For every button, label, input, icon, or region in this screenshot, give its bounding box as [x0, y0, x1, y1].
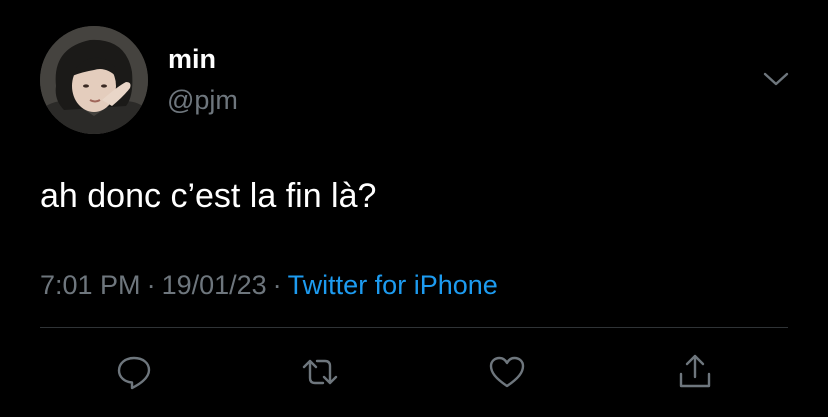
- avatar[interactable]: [40, 26, 148, 134]
- tweet-source-link[interactable]: Twitter for iPhone: [288, 270, 498, 300]
- tweet-date[interactable]: 19/01/23: [162, 270, 267, 300]
- reply-icon: [114, 352, 154, 392]
- share-button[interactable]: [675, 352, 715, 392]
- tweet-card: min @pjm ah donc c’est la fin là? 7:01 P…: [0, 0, 828, 417]
- chevron-down-icon: [760, 72, 792, 96]
- tweet-text: ah donc c’est la fin là?: [40, 177, 377, 215]
- tweet-time[interactable]: 7:01 PM: [40, 270, 141, 300]
- retweet-button[interactable]: [300, 352, 340, 392]
- display-name[interactable]: min: [168, 42, 216, 76]
- divider: [40, 327, 788, 328]
- reply-button[interactable]: [114, 352, 154, 392]
- like-button[interactable]: [487, 352, 527, 392]
- user-handle[interactable]: @pjm: [167, 83, 238, 117]
- meta-separator: ·: [146, 270, 156, 300]
- tweet-menu-button[interactable]: [760, 66, 792, 92]
- retweet-icon: [300, 352, 340, 392]
- heart-icon: [487, 352, 527, 392]
- tweet-meta: 7:01 PM · 19/01/23 · Twitter for iPhone: [40, 267, 498, 303]
- share-icon: [675, 352, 715, 392]
- meta-separator: ·: [272, 270, 282, 300]
